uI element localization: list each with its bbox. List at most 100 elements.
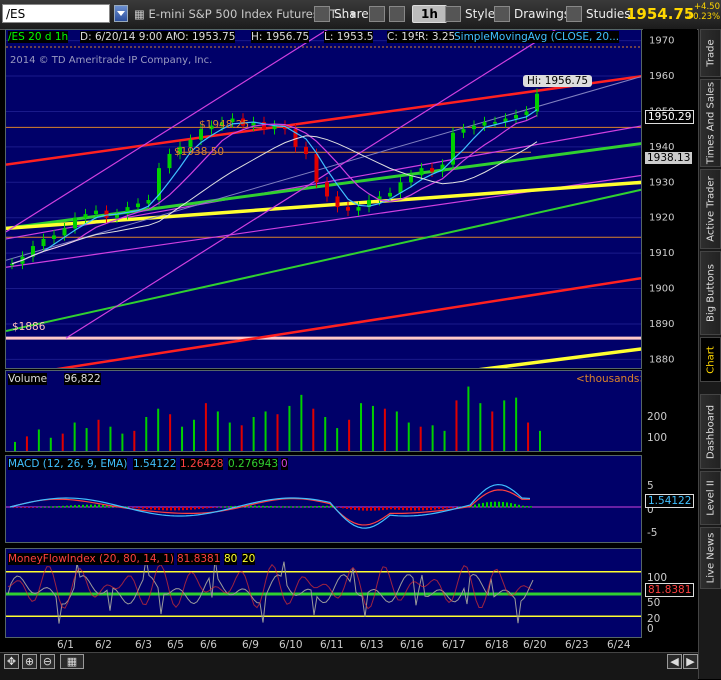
volume-bar [515,397,518,451]
sidebar-tab-level-ii[interactable]: Level II [700,471,721,525]
x-axis-tick: 6/23 [565,639,589,651]
macd-hist-bar [170,507,172,511]
x-axis-tick: 6/11 [320,639,344,651]
sidebar-tab-times-and-sales[interactable]: Times And Sales [700,79,721,167]
bottom-bar [0,652,698,680]
macd-hist-bar [150,507,152,510]
macd-hist-bar [218,506,220,508]
volume-bar [503,400,506,451]
macd-hist-bar [254,505,256,508]
sidebar-tab-active-trader[interactable]: Active Trader [700,169,721,249]
candle-body [430,168,434,172]
macd-hist-bar [346,507,348,509]
scroll-right-icon[interactable]: ▶ [683,654,698,669]
volume-bar [49,437,52,451]
volume-bar [300,394,303,451]
macd-hist-bar [158,507,160,511]
macd-hist-bar [358,507,360,511]
macd-hist-bar [206,507,208,509]
pan-icon[interactable]: ✥ [4,654,19,669]
style-button[interactable]: Style [445,4,495,24]
axis-tick: -5 [647,527,658,539]
candle-body [304,146,308,154]
x-axis-tick: 6/9 [242,639,259,651]
mfi-upper: 80 [224,553,238,565]
x-axis-tick: 6/1 [57,639,74,651]
sma-value-box: 1950.29 [645,110,695,124]
macd-hist-bar [38,506,40,508]
macd-hist-bar [294,506,296,508]
macd-hist-bar [102,504,104,508]
macd-hist-bar [502,501,504,508]
zoom-in-icon[interactable]: ⊕ [22,654,37,669]
macd-hist-bar [270,506,272,508]
macd-hist-bar [146,507,148,510]
macd-label: MACD (12, 26, 9, EMA) [8,458,128,470]
macd-hist-bar [162,507,164,511]
sidebar: Trade Times And Sales Active Trader Big … [698,29,721,679]
macd-hist-bar [318,505,320,508]
timeframe-button[interactable]: 1h [412,4,447,24]
macd-hist-bar [430,507,432,510]
macd-hist-bar [262,505,264,508]
x-axis-tick: 6/10 [279,639,303,651]
symbol-input[interactable]: /ES [2,4,110,23]
sidebar-tab-big-buttons[interactable]: Big Buttons [700,251,721,335]
mfi-pane[interactable]: MoneyFlowIndex (20, 80, 14, 1) 81.8381 8… [5,548,642,638]
candle-body [62,228,67,236]
sidebar-tab-chart[interactable]: Chart [700,337,721,382]
macd-hist-bar [46,506,48,508]
sidebar-tab-dashboard[interactable]: Dashboard [700,394,721,469]
sidebar-tab-live-news[interactable]: Live News [700,527,721,589]
grid-icon: ▦ [134,7,145,21]
volume-bar [157,408,160,451]
zoom-box-icon[interactable]: ▦ [60,654,84,669]
x-axis-tick: 6/3 [135,639,152,651]
macd-pane[interactable]: MACD (12, 26, 9, EMA) 1.54122 1.26428 0.… [5,455,642,543]
volume-bar [73,422,76,451]
symbol-dropdown-button[interactable] [114,5,128,22]
studies-button[interactable]: Studies [566,4,631,24]
macd-hist-bar [214,507,216,508]
zoom-out-icon[interactable]: ⊖ [40,654,55,669]
macd-hist-bar [378,507,380,511]
macd-hist-bar [290,506,292,508]
crosshair-icon [369,6,385,22]
macd-hist-bar [482,502,484,508]
x-axis: 6/1 6/2 6/3 6/5 6/6 6/9 6/10 6/11 6/13 6/16 6/17 6/… [5,638,642,652]
macd-value-box: 1.54122 [645,494,695,508]
settings-button[interactable] [389,4,405,24]
bar-open: O: 1953.75 [177,31,236,43]
scroll-left-icon[interactable]: ◀ [667,654,682,669]
price-pane[interactable]: /ES 20 d 1h D: 6/20/14 9:00 AM O: 1953.7… [5,29,642,369]
macd-hist-bar [446,507,448,509]
volume-bar [491,411,494,451]
macd-hist-bar [138,507,140,509]
volume-axis: 200 100 [643,370,697,452]
axis-tick: 1970 [649,36,674,47]
price-axis-ticks: 1970196019501940193019201910190018901880 [649,36,674,366]
candle-body [146,200,151,204]
macd-hist-bar [222,506,224,508]
share-button[interactable]: Share [314,4,369,24]
candle-body [94,210,98,215]
volume-bar [85,428,88,451]
volume-unit: <thousands> [576,373,642,385]
macd-hist-bar [230,506,232,508]
candle-body [325,182,329,197]
dashed-trend-line [6,76,641,261]
macd-hist-bar [274,506,276,508]
drawings-button[interactable]: Drawings [494,4,570,24]
macd-hist-bar [434,507,436,510]
macd-hist-bar [506,502,508,508]
draw-tool-button[interactable] [369,4,385,24]
x-axis-tick: 6/13 [360,639,384,651]
volume-pane[interactable]: Volume 96,822 <thousands> [5,370,642,452]
volume-bar [204,403,207,451]
x-axis-tick: 6/18 [485,639,509,651]
sidebar-tab-trade[interactable]: Trade [700,29,721,77]
macd-hist-bar [198,507,200,510]
macd-hist-bar [374,507,376,511]
macd-hist-bar [450,507,452,509]
macd-hist-bar [422,507,424,511]
